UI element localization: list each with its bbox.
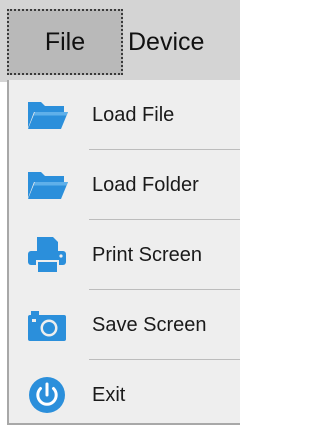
menu-device[interactable]: Device [128,9,204,75]
menu-file-label: File [44,27,86,56]
power-icon [25,375,69,415]
menu-item-load-folder[interactable]: Load Folder [9,150,240,220]
camera-icon [25,305,69,345]
menu-bar: File Device [0,0,240,82]
menu-item-load-file[interactable]: Load File [9,80,240,150]
menu-item-exit[interactable]: Exit [9,360,240,430]
menu-item-print-screen[interactable]: Print Screen [9,220,240,290]
menu-item-save-screen[interactable]: Save Screen [9,290,240,360]
folder-icon [25,95,69,135]
file-dropdown-menu: Load File Load Folder Print Screen Save … [7,80,240,425]
printer-icon [25,235,69,275]
menu-item-label: Load File [92,103,175,126]
menu-item-label: Save Screen [92,313,207,336]
menu-item-label: Exit [92,383,126,406]
menu-item-label: Print Screen [92,243,203,266]
folder-icon [25,165,69,205]
menu-item-label: Load Folder [92,173,199,196]
menu-file[interactable]: File [7,9,123,75]
menu-device-label: Device [128,27,205,56]
